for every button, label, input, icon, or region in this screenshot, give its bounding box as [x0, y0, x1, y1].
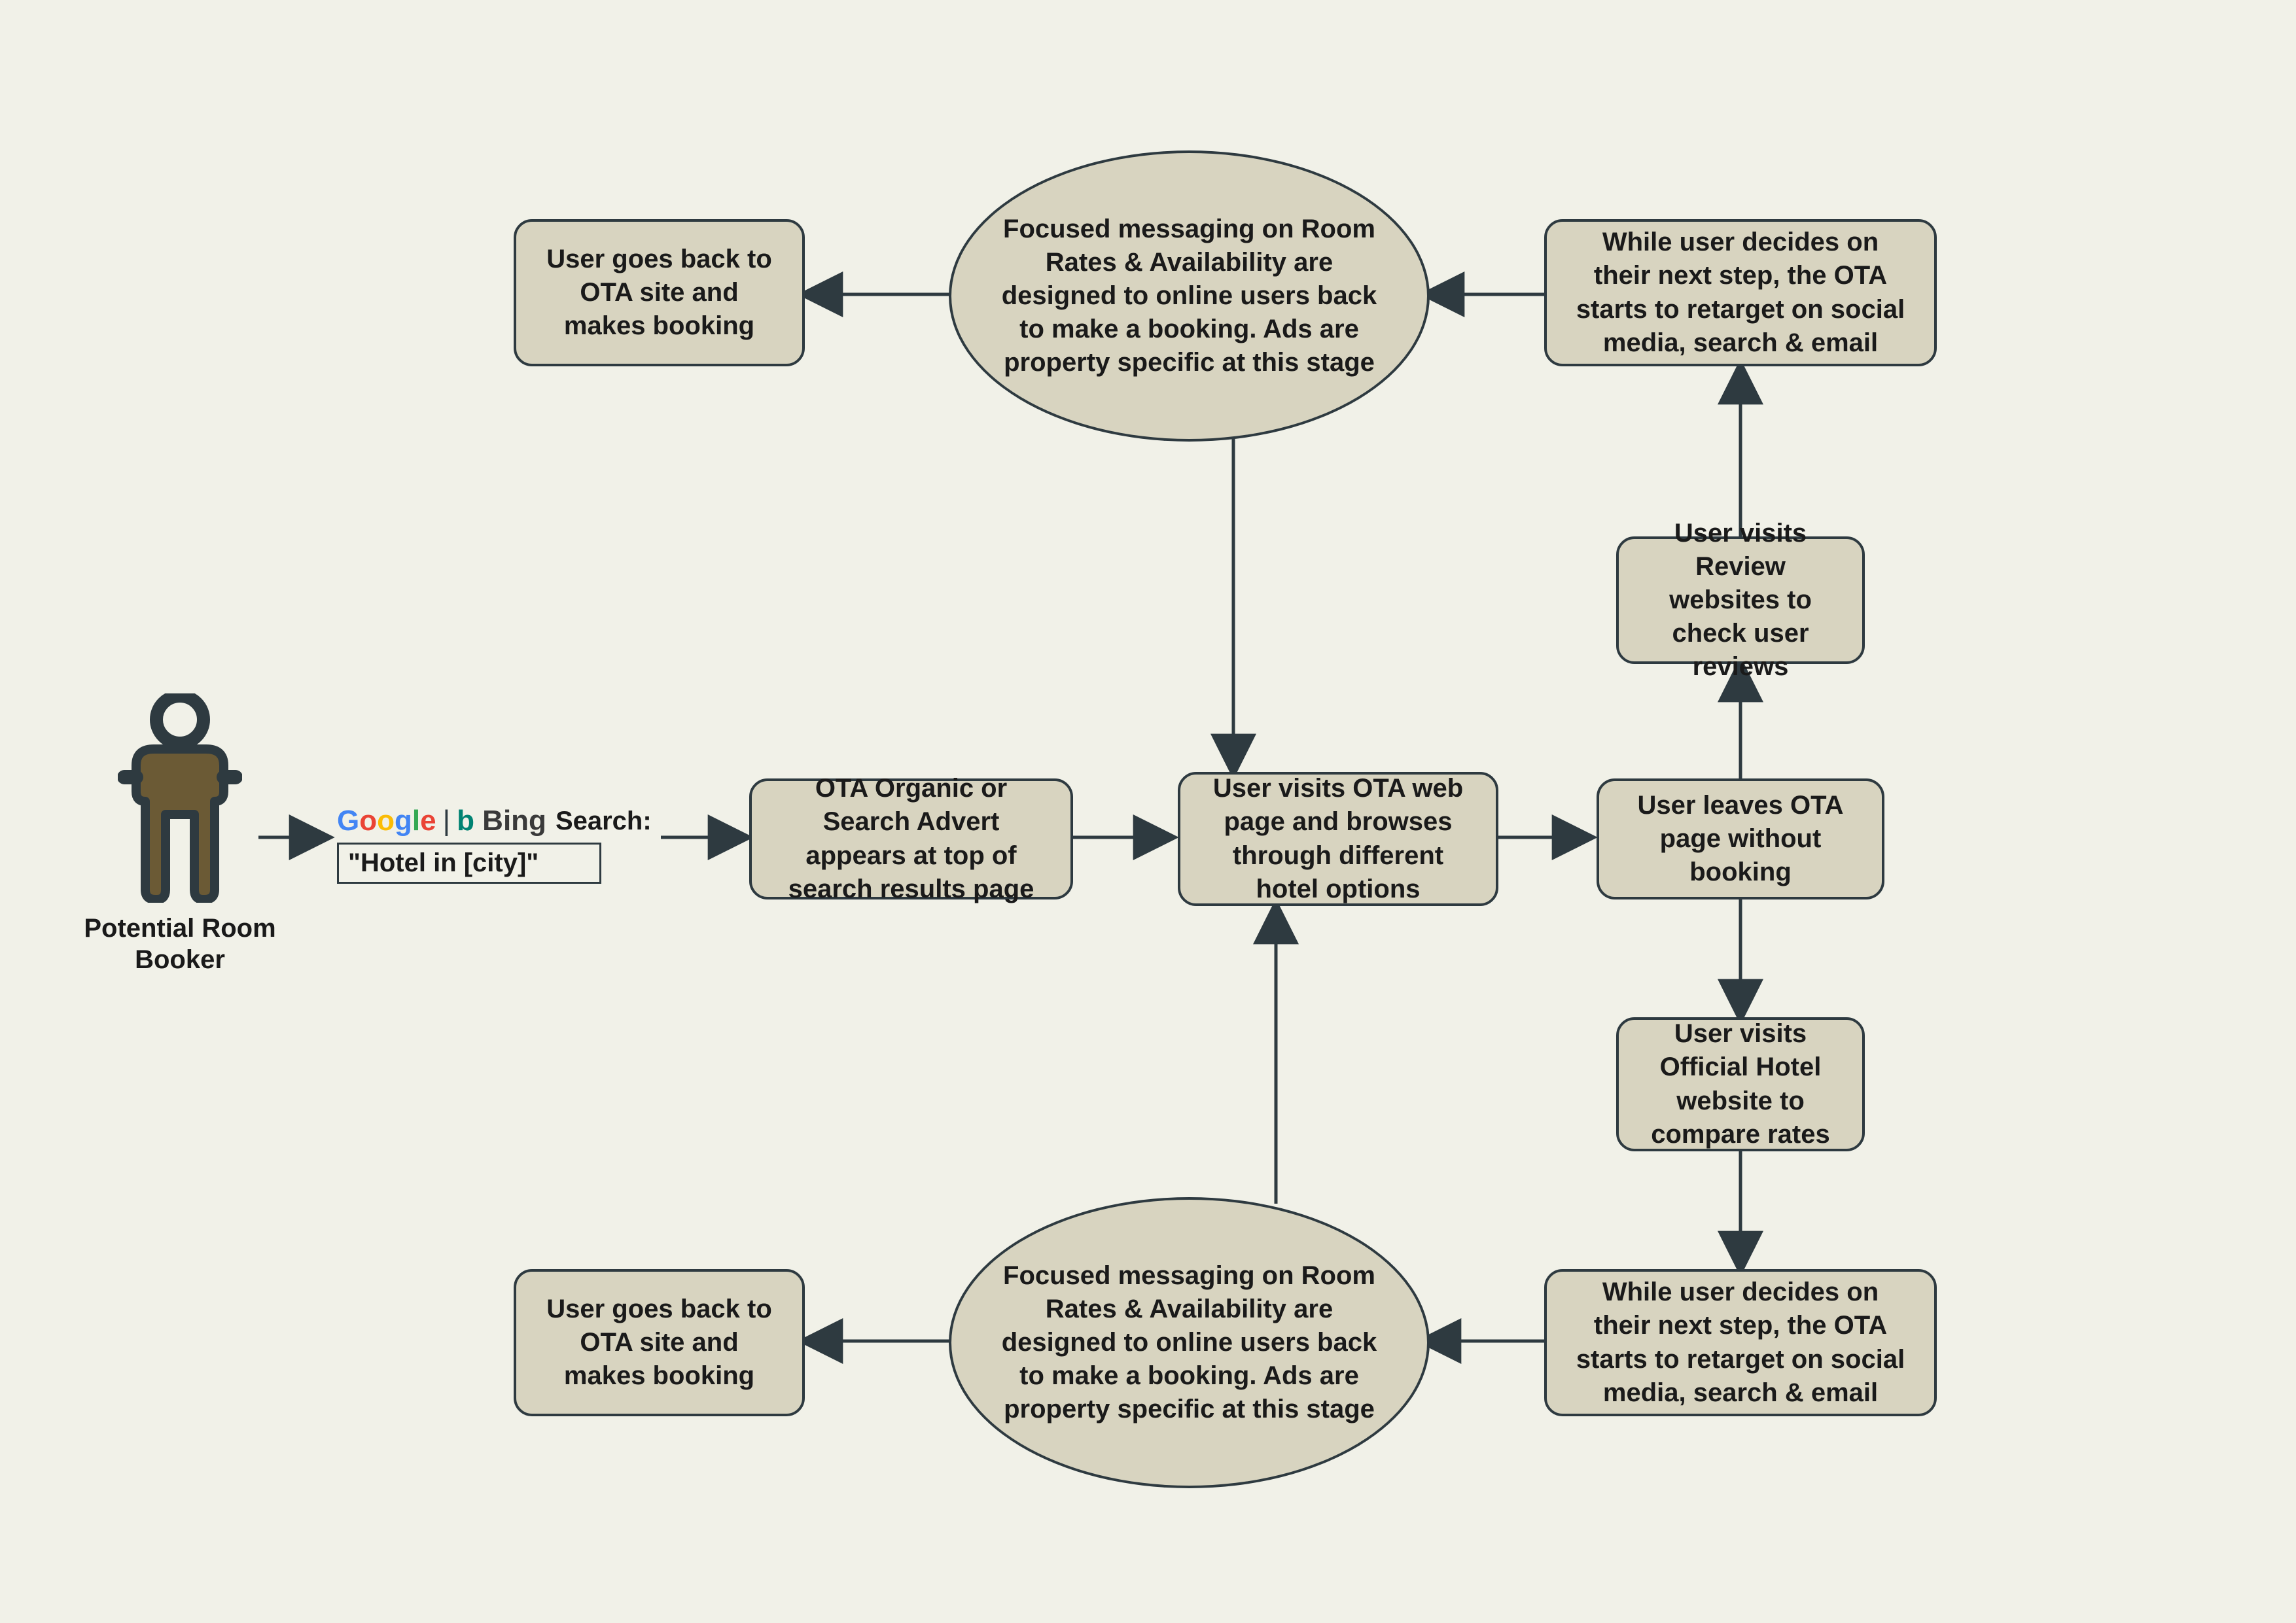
search-label: Search:: [556, 807, 652, 836]
person-icon: [118, 693, 242, 903]
node-retarget-top: While user decides on their next step, t…: [1544, 219, 1937, 366]
node-text: User goes back to OTA site and makes boo…: [540, 243, 779, 343]
node-text: While user decides on their next step, t…: [1570, 226, 1911, 360]
node-ota-advert: OTA Organic or Search Advert appears at …: [749, 778, 1073, 899]
actor-label: Potential Room Booker: [82, 913, 278, 975]
node-user-books-top: User goes back to OTA site and makes boo…: [514, 219, 805, 366]
node-text: User goes back to OTA site and makes boo…: [540, 1293, 779, 1393]
node-text: User visits Review websites to check use…: [1642, 517, 1839, 684]
node-retarget-bot: While user decides on their next step, t…: [1544, 1269, 1937, 1416]
google-logo: Google: [337, 805, 436, 837]
node-text: User visits OTA web page and browses thr…: [1204, 772, 1472, 906]
search-engine-block: Google | b Bing Search: "Hotel in [city]…: [337, 805, 652, 884]
node-focused-msg-bot: Focused messaging on Room Rates & Availa…: [949, 1197, 1430, 1488]
node-focused-msg-top: Focused messaging on Room Rates & Availa…: [949, 150, 1430, 442]
node-text: OTA Organic or Search Advert appears at …: [775, 772, 1047, 906]
node-text: While user decides on their next step, t…: [1570, 1276, 1911, 1410]
node-text: User visits Official Hotel website to co…: [1642, 1017, 1839, 1151]
node-user-reviews: User visits Review websites to check use…: [1616, 536, 1865, 664]
bing-logo: b Bing: [457, 805, 546, 837]
node-user-leaves: User leaves OTA page without booking: [1597, 778, 1884, 899]
flowchart-canvas: Potential Room Booker Google | b Bing Se…: [0, 0, 2296, 1623]
node-text: User leaves OTA page without booking: [1623, 789, 1858, 890]
node-user-books-bot: User goes back to OTA site and makes boo…: [514, 1269, 805, 1416]
node-text: Focused messaging on Room Rates & Availa…: [997, 213, 1381, 380]
node-user-visits-ota: User visits OTA web page and browses thr…: [1178, 772, 1498, 906]
node-user-official: User visits Official Hotel website to co…: [1616, 1017, 1865, 1151]
search-query-box: "Hotel in [city]": [337, 843, 601, 884]
node-text: Focused messaging on Room Rates & Availa…: [997, 1259, 1381, 1427]
